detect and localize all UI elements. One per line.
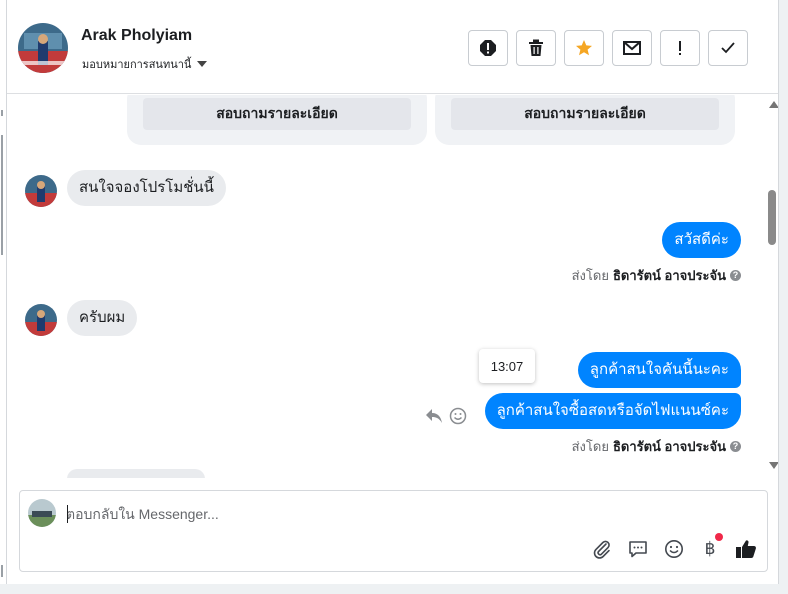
trash-icon bbox=[529, 39, 543, 56]
mail-icon bbox=[623, 41, 641, 55]
contact-name: Arak Pholyiam bbox=[81, 27, 193, 44]
chevron-down-icon bbox=[197, 61, 208, 67]
assign-conversation-dropdown[interactable]: มอบหมายการสนทนานี้ bbox=[82, 55, 208, 73]
message-thread: สอบถามรายละเอียด สอบถามรายละเอียด สนใจจอ… bbox=[7, 95, 767, 478]
reply-input[interactable] bbox=[66, 501, 746, 527]
checkmark-icon bbox=[721, 42, 735, 54]
bottom-edge bbox=[0, 584, 788, 594]
follow-up-button[interactable] bbox=[660, 30, 700, 66]
conversation-actions bbox=[468, 30, 748, 66]
promo-card: สอบถามรายละเอียด bbox=[435, 95, 735, 145]
thumbs-up-icon bbox=[736, 540, 756, 558]
contact-avatar-small bbox=[25, 175, 57, 207]
star-button[interactable] bbox=[564, 30, 604, 66]
sent-by-agent: ธิดารัตน์ อาจประจัน bbox=[612, 439, 726, 454]
paperclip-icon bbox=[593, 540, 610, 559]
incoming-message: ครับผม bbox=[67, 300, 138, 336]
edge-mark bbox=[1, 565, 3, 577]
emoji-icon bbox=[665, 540, 683, 558]
help-icon[interactable]: ? bbox=[730, 441, 741, 452]
inquire-details-button[interactable]: สอบถามรายละเอียด bbox=[143, 98, 411, 130]
outgoing-message: ลูกค้าสนใจคันนี้นะคะ bbox=[577, 352, 741, 388]
conversation-header: Arak Pholyiam มอบหมายการสนทนานี้ bbox=[7, 0, 778, 94]
incoming-message bbox=[67, 469, 205, 478]
star-icon bbox=[576, 40, 592, 56]
sent-by-prefix: ส่งโดย bbox=[571, 439, 609, 454]
incoming-message: สนใจจองโปรโมชั่นนี้ bbox=[67, 170, 226, 206]
text-cursor bbox=[67, 505, 68, 523]
timestamp-tooltip: 13:07 bbox=[479, 349, 535, 383]
help-icon[interactable]: ? bbox=[730, 270, 741, 281]
mark-done-button[interactable] bbox=[708, 30, 748, 66]
emoji-button[interactable] bbox=[663, 538, 685, 560]
attach-button[interactable] bbox=[591, 538, 613, 560]
saved-replies-icon bbox=[629, 541, 647, 558]
right-edge bbox=[779, 0, 788, 584]
spam-icon bbox=[480, 40, 496, 56]
scroll-up-icon[interactable] bbox=[769, 101, 778, 108]
reply-composer: ฿ bbox=[19, 490, 768, 572]
sent-by-label: ส่งโดย ธิดารัตน์ อาจประจัน ? bbox=[572, 436, 741, 457]
payment-button[interactable]: ฿ bbox=[699, 533, 723, 560]
notification-dot bbox=[715, 533, 723, 541]
inquire-details-button[interactable]: สอบถามรายละเอียด bbox=[451, 98, 719, 130]
emoji-reaction-icon[interactable] bbox=[449, 407, 467, 425]
thread-scrollbar[interactable] bbox=[767, 95, 778, 478]
outgoing-message: สวัสดีค่ะ bbox=[662, 222, 741, 258]
contact-avatar-small bbox=[25, 304, 57, 336]
mark-unread-button[interactable] bbox=[612, 30, 652, 66]
edge-mark bbox=[1, 135, 3, 255]
exclamation-icon bbox=[679, 41, 681, 55]
page-avatar bbox=[28, 499, 56, 527]
scrollbar-thumb[interactable] bbox=[768, 190, 776, 245]
edge-mark bbox=[1, 110, 3, 116]
sent-by-prefix: ส่งโดย bbox=[571, 268, 609, 283]
reply-icon[interactable] bbox=[425, 408, 443, 424]
delete-button[interactable] bbox=[516, 30, 556, 66]
conversation-panel: Arak Pholyiam มอบหมายการสนทนานี้ สอบถามร… bbox=[6, 0, 779, 584]
scroll-down-icon[interactable] bbox=[769, 462, 778, 469]
baht-payment-icon: ฿ bbox=[704, 539, 716, 559]
sent-by-agent: ธิดารัตน์ อาจประจัน bbox=[612, 268, 726, 283]
assign-label: มอบหมายการสนทนานี้ bbox=[82, 59, 192, 71]
promo-card: สอบถามรายละเอียด bbox=[127, 95, 427, 145]
outgoing-message: ลูกค้าสนใจซื้อสดหรือจัดไฟแนนซ์คะ bbox=[484, 393, 741, 429]
sent-by-label: ส่งโดย ธิดารัตน์ อาจประจัน ? bbox=[572, 265, 741, 286]
composer-tools: ฿ bbox=[591, 533, 757, 560]
like-button[interactable] bbox=[735, 538, 757, 560]
contact-avatar[interactable] bbox=[18, 23, 68, 73]
message-actions bbox=[425, 407, 467, 425]
mark-spam-button[interactable] bbox=[468, 30, 508, 66]
saved-replies-button[interactable] bbox=[627, 538, 649, 560]
